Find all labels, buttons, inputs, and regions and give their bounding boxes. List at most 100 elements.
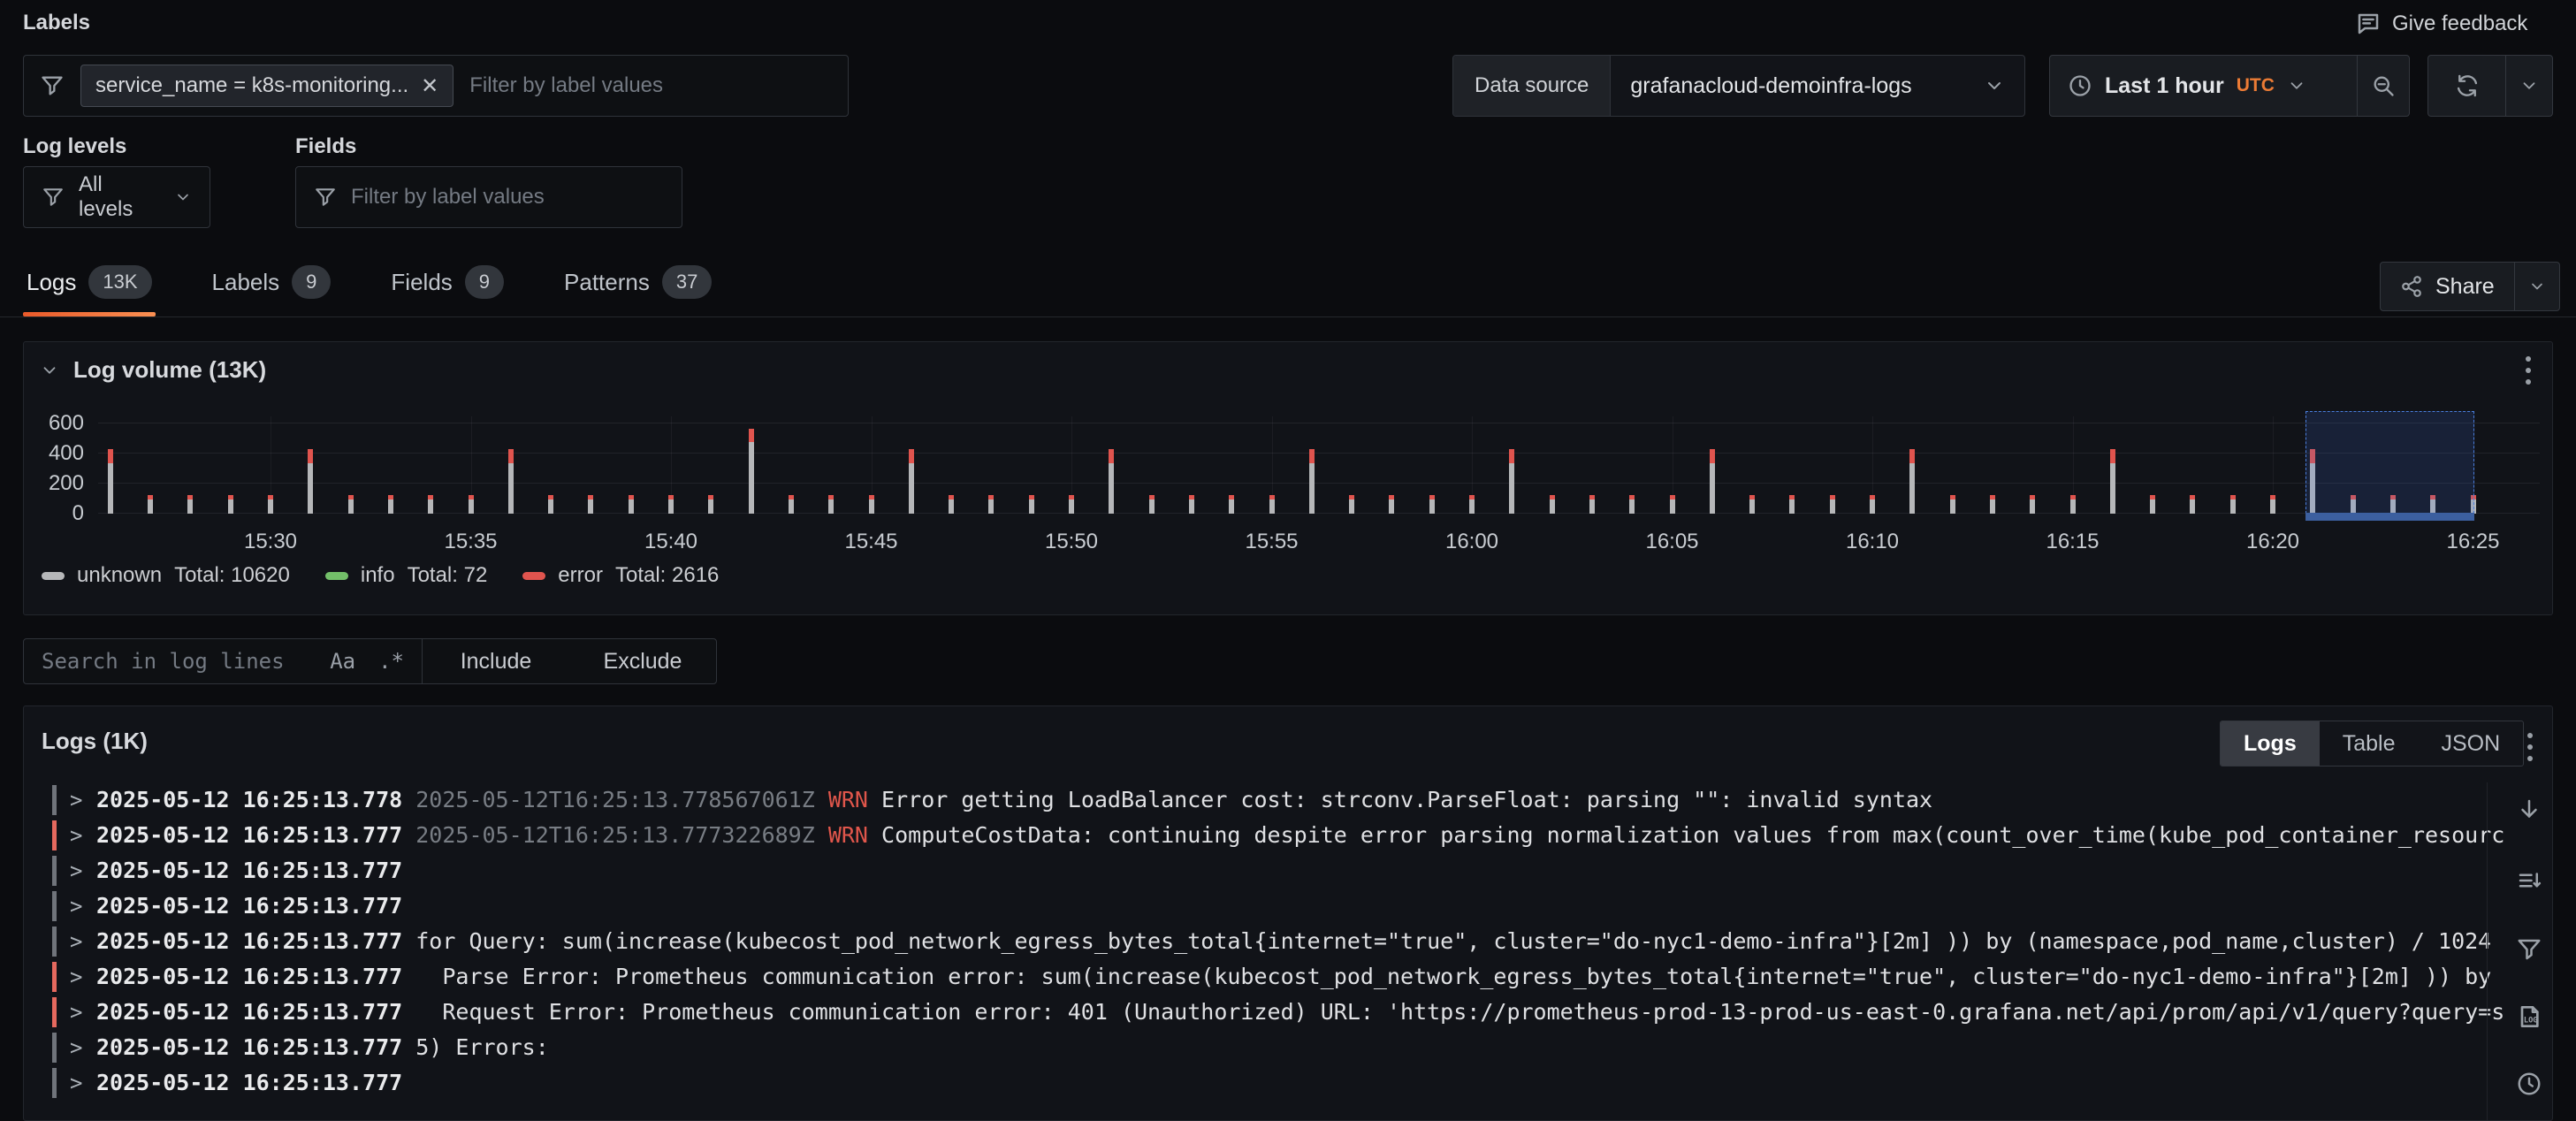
include-exclude-group: Include Exclude xyxy=(422,638,717,684)
logs-panel: Logs (1K) Logs Table JSON >2025-05-12 16… xyxy=(23,705,2553,1121)
log-row[interactable]: >2025-05-12 16:25:13.777 xyxy=(52,1065,2504,1101)
x-axis-label: 16:00 xyxy=(1445,530,1498,554)
x-axis-label: 16:15 xyxy=(2046,530,2099,554)
label-filter-chip[interactable]: service_name = k8s-monitoring... ✕ xyxy=(80,65,453,107)
x-axis-label: 16:25 xyxy=(2446,530,2499,554)
datasource-value: grafanacloud-demoinfra-logs xyxy=(1630,73,1911,99)
fields-title: Fields xyxy=(295,134,356,159)
x-axis-label: 15:45 xyxy=(844,530,897,554)
expand-row-icon[interactable]: > xyxy=(70,965,82,989)
filter-logs-button[interactable] xyxy=(2510,934,2549,965)
view-json-button[interactable]: JSON xyxy=(2418,721,2523,766)
expand-row-icon[interactable]: > xyxy=(70,1035,82,1060)
tab-label: Patterns xyxy=(564,269,650,296)
expand-row-icon[interactable]: > xyxy=(70,788,82,812)
view-table-button[interactable]: Table xyxy=(2320,721,2419,766)
volume-panel-menu[interactable] xyxy=(2526,356,2533,385)
legend-item-info[interactable]: info Total: 72 xyxy=(325,563,487,588)
refresh-icon xyxy=(2455,73,2480,98)
clock-icon xyxy=(2068,73,2092,98)
log-line-text: 2025-05-12 16:25:13.777 xyxy=(96,1070,402,1095)
y-axis-label: 0 xyxy=(34,501,84,526)
legend-swatch xyxy=(522,572,545,580)
log-level-indicator xyxy=(52,820,57,850)
tab-label: Logs xyxy=(27,269,76,296)
gridline xyxy=(98,453,2540,454)
log-row[interactable]: >2025-05-12 16:25:13.777 xyxy=(52,853,2504,888)
log-row[interactable]: >2025-05-12 16:25:13.777 Parse Error: Pr… xyxy=(52,959,2504,995)
expand-row-icon[interactable]: > xyxy=(70,858,82,883)
log-row[interactable]: >2025-05-12 16:25:13.777 2025-05-12T16:2… xyxy=(52,818,2504,853)
log-level-indicator xyxy=(52,962,57,992)
expand-row-icon[interactable]: > xyxy=(70,823,82,848)
log-row[interactable]: >2025-05-12 16:25:13.777 5) Errors: xyxy=(52,1030,2504,1065)
time-range-picker[interactable]: Last 1 hour UTC xyxy=(2050,73,2357,99)
share-icon xyxy=(2400,275,2423,298)
tab-fields[interactable]: Fields 9 xyxy=(387,265,507,316)
datasource-picker[interactable]: Data source grafanacloud-demoinfra-logs xyxy=(1452,55,2025,117)
logs-scrollbar-track[interactable] xyxy=(2487,782,2488,1120)
log-level-indicator xyxy=(52,891,57,921)
fields-filter-box[interactable]: Filter by label values xyxy=(295,166,682,228)
log-row[interactable]: >2025-05-12 16:25:13.778 2025-05-12T16:2… xyxy=(52,782,2504,818)
fields-filter-input[interactable]: Filter by label values xyxy=(351,185,545,210)
refresh-interval-dropdown[interactable] xyxy=(2506,76,2552,95)
share-button[interactable]: Share xyxy=(2381,274,2514,300)
x-axis-label: 15:30 xyxy=(244,530,297,554)
legend-total: Total: 2616 xyxy=(615,563,719,588)
show-time-button[interactable] xyxy=(2510,1068,2549,1100)
tab-bar: Logs 13K Labels 9 Fields 9 Patterns 37 xyxy=(23,265,715,316)
x-axis-label: 15:55 xyxy=(1245,530,1298,554)
logql-button[interactable]: LOG xyxy=(2510,1001,2549,1033)
expand-row-icon[interactable]: > xyxy=(70,894,82,919)
include-button[interactable]: Include xyxy=(423,649,569,675)
label-filter-chip-text: service_name = k8s-monitoring... xyxy=(95,73,408,98)
expand-row-icon[interactable]: > xyxy=(70,1000,82,1025)
share-dropdown[interactable] xyxy=(2515,278,2559,295)
legend-label: error xyxy=(558,563,603,588)
give-feedback-link[interactable]: Give feedback xyxy=(2355,11,2527,37)
legend-total: Total: 72 xyxy=(408,563,488,588)
tab-labels[interactable]: Labels 9 xyxy=(209,265,335,316)
x-axis-label: 16:05 xyxy=(1645,530,1698,554)
sort-order-button[interactable] xyxy=(2510,865,2549,896)
zoom-out-icon xyxy=(2371,73,2396,98)
log-row[interactable]: >2025-05-12 16:25:13.777 Request Error: … xyxy=(52,995,2504,1030)
expand-row-icon[interactable]: > xyxy=(70,929,82,954)
share-label: Share xyxy=(2435,274,2495,300)
legend-item-unknown[interactable]: unknown Total: 10620 xyxy=(42,563,290,588)
time-selection-region[interactable] xyxy=(2305,411,2474,514)
tab-badge: 37 xyxy=(662,265,712,299)
log-level-indicator xyxy=(52,1033,57,1063)
logs-panel-menu[interactable] xyxy=(2527,733,2534,761)
filter-funnel-icon xyxy=(42,186,65,209)
log-levels-value: All levels xyxy=(79,172,160,222)
x-axis-label: 16:20 xyxy=(2246,530,2299,554)
zoom-out-button[interactable] xyxy=(2358,73,2409,98)
exclude-button[interactable]: Exclude xyxy=(569,649,716,675)
regex-toggle[interactable]: .* xyxy=(378,649,404,674)
log-rows-list: >2025-05-12 16:25:13.778 2025-05-12T16:2… xyxy=(52,782,2504,1101)
share-split-button: Share xyxy=(2380,262,2560,311)
log-levels-dropdown[interactable]: All levels xyxy=(23,166,210,228)
tab-logs[interactable]: Logs 13K xyxy=(23,265,156,316)
log-search-input[interactable]: Search in log lines xyxy=(42,649,307,674)
view-logs-button[interactable]: Logs xyxy=(2221,721,2320,766)
log-level-indicator xyxy=(52,785,57,815)
scroll-to-bottom-button[interactable] xyxy=(2510,794,2549,826)
chevron-down-icon xyxy=(2528,278,2546,295)
case-sensitivity-toggle[interactable]: Aa xyxy=(330,649,355,674)
arrow-down-icon xyxy=(2516,797,2542,823)
log-row[interactable]: >2025-05-12 16:25:13.777 for Query: sum(… xyxy=(52,924,2504,959)
legend-item-error[interactable]: error Total: 2616 xyxy=(522,563,719,588)
log-row[interactable]: >2025-05-12 16:25:13.777 xyxy=(52,888,2504,924)
log-levels-title: Log levels xyxy=(23,134,126,159)
tab-badge: 9 xyxy=(465,265,504,299)
tab-patterns[interactable]: Patterns 37 xyxy=(560,265,715,316)
log-volume-chart[interactable]: 020040060015:3015:3515:4015:4515:5015:55… xyxy=(98,416,2540,514)
volume-panel-collapse[interactable]: Log volume (13K) xyxy=(40,356,266,384)
chip-close-icon[interactable]: ✕ xyxy=(421,73,438,99)
refresh-button[interactable] xyxy=(2428,73,2505,98)
expand-row-icon[interactable]: > xyxy=(70,1071,82,1095)
label-values-input[interactable]: Filter by label values xyxy=(469,73,663,98)
